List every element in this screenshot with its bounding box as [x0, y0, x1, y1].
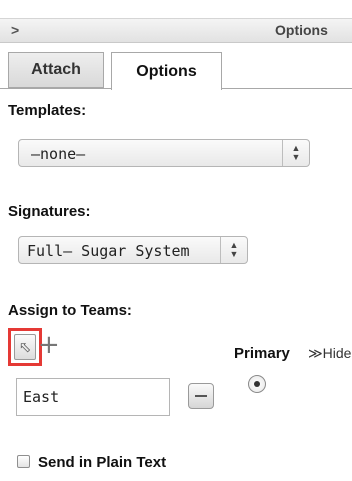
select-arrows-icon: ▲ ▼ — [220, 237, 247, 263]
signatures-select-value: Full– Sugar System — [27, 242, 190, 260]
team-name-input[interactable]: East — [16, 378, 170, 416]
radio-dot — [254, 381, 260, 387]
plain-text-label: Send in Plain Text — [38, 454, 167, 471]
cursor-arrow-icon: ⬁ — [18, 339, 32, 356]
primary-team-radio[interactable] — [248, 375, 266, 393]
templates-select[interactable]: –none– ▲ ▼ — [18, 139, 310, 167]
minus-icon — [195, 395, 207, 397]
signatures-label: Signatures: — [8, 203, 91, 220]
tab-attach[interactable]: Attach — [8, 52, 104, 88]
assign-teams-label: Assign to Teams: — [8, 302, 132, 319]
remove-team-button[interactable] — [188, 383, 214, 409]
templates-label: Templates: — [8, 102, 87, 119]
primary-column-label: Primary — [234, 345, 290, 362]
templates-select-value: –none– — [31, 145, 86, 163]
plain-text-checkbox[interactable] — [17, 455, 30, 468]
select-team-button[interactable]: ⬁ — [14, 334, 36, 360]
plus-icon: + — [38, 330, 60, 360]
hide-toggle[interactable]: ≫Hide — [308, 345, 351, 362]
add-team-button[interactable]: + — [38, 332, 60, 358]
signatures-select[interactable]: Full– Sugar System ▲ ▼ — [18, 236, 248, 264]
chevron-right-icon[interactable]: > — [11, 22, 19, 38]
tab-options[interactable]: Options — [111, 52, 222, 90]
select-arrows-icon: ▲ ▼ — [282, 140, 309, 166]
panel-title: Options — [275, 22, 328, 38]
